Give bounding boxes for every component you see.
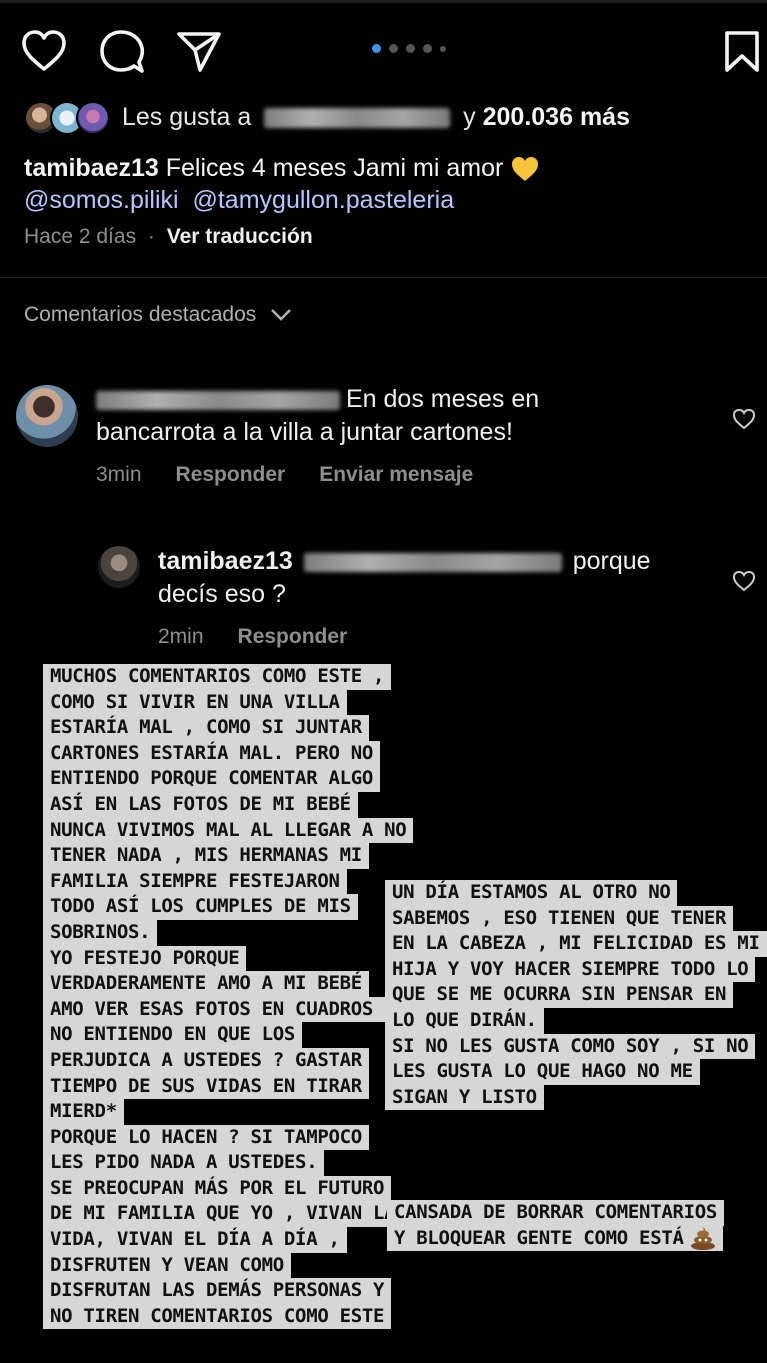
- section-divider: [0, 277, 767, 278]
- story-line: VIDA, VIVAN EL DÍA A DÍA ,: [43, 1227, 347, 1253]
- story-text-left: MUCHOS COMENTARIOS COMO ESTE , COMO SI VI…: [43, 664, 414, 1330]
- top-divider: [0, 0, 767, 3]
- story-line: COMO SI VIVIR EN UNA VILLA: [43, 689, 347, 716]
- story-line: LES GUSTA LO QUE HAGO NO ME: [385, 1059, 700, 1085]
- carousel-dot-active: [372, 44, 381, 53]
- story-line: MUCHOS COMENTARIOS COMO ESTE ,: [43, 664, 392, 690]
- comment-line: bancarrota a la villa a juntar cartones!: [96, 418, 513, 446]
- comment-text: En dos meses en bancarrota a la villa a …: [96, 383, 706, 449]
- like-comment-icon[interactable]: [732, 570, 756, 592]
- likes-connector: y: [463, 103, 476, 131]
- reply-text: tamibaez13 porque decís eso ?: [158, 545, 718, 611]
- carousel-dot: [423, 44, 432, 53]
- story-text-right: UN DÍA ESTAMOS AL OTRO NO SABEMOS , ESO T…: [385, 880, 767, 1111]
- story-line: NUNCA VIVIMOS MAL AL LLEGAR A NO: [43, 817, 414, 844]
- story-line: NO ENTIENDO EN QUE LOS: [43, 1022, 303, 1048]
- meta-separator: ·: [147, 225, 155, 248]
- post-meta: Hace 2 días · Ver traducción: [24, 225, 313, 249]
- translate-link[interactable]: Ver traducción: [167, 225, 313, 248]
- featured-comments-dropdown[interactable]: Comentarios destacados: [24, 303, 292, 327]
- story-line: Y BLOQUEAR GENTE COMO ESTÁ: [387, 1225, 723, 1252]
- story-line: QUE SE ME OCURRA SIN PENSAR EN: [385, 982, 734, 1008]
- share-icon[interactable]: [176, 28, 222, 74]
- carousel-dot: [389, 44, 398, 53]
- carousel-dot: [406, 44, 415, 53]
- comment-icon[interactable]: [99, 29, 145, 75]
- story-line: AMO VER ESAS FOTOS EN CUADROS ,: [43, 996, 403, 1023]
- comment-meta: 3min Responder Enviar mensaje: [96, 463, 473, 487]
- featured-label: Comentarios destacados: [24, 303, 257, 326]
- comment-line: En dos meses en: [346, 385, 540, 413]
- story-line: CANSADA DE BORRAR COMENTARIOS: [387, 1200, 725, 1226]
- story-line: SABEMOS , ESO TIENEN QUE TENER: [385, 905, 734, 932]
- story-line: PORQUE LO HACEN ? SI TAMPOCO: [43, 1124, 369, 1151]
- chevron-down-icon: [271, 309, 292, 321]
- story-line: ENTIENDO PORQUE COMENTAR ALGO: [43, 766, 381, 792]
- reply-time: 2min: [158, 625, 204, 648]
- story-line: CARTONES ESTARÍA MAL. PERO NO: [43, 740, 381, 767]
- story-line: SE PREOCUPAN MÁS POR EL FUTURO: [43, 1175, 392, 1202]
- story-line: DISFRUTAN LAS DEMÁS PERSONAS Y: [43, 1278, 392, 1304]
- likes-prefix: Les gusta a: [122, 103, 252, 131]
- reply-meta: 2min Responder: [158, 625, 347, 649]
- mention-link[interactable]: @tamygullon.pasteleria: [192, 186, 454, 214]
- reply-button[interactable]: Responder: [176, 463, 286, 487]
- story-line: FAMILIA SIEMPRE FESTEJARON: [43, 868, 347, 895]
- liker-avatars[interactable]: [24, 100, 114, 135]
- story-line: TODO ASÍ LOS CUMPLES DE MIS: [43, 894, 358, 920]
- reply-username[interactable]: tamibaez13: [158, 547, 293, 575]
- story-line: ASÍ EN LAS FOTOS DE MI BEBÉ: [43, 791, 358, 818]
- mention-link[interactable]: @somos.piliki: [24, 186, 179, 214]
- heart-icon[interactable]: [21, 29, 67, 73]
- avatar: [76, 101, 110, 135]
- story-line: SI NO LES GUSTA COMO SOY , SI NO: [385, 1033, 756, 1060]
- story-line: SIGAN Y LISTO: [385, 1084, 544, 1111]
- story-line: DE MI FAMILIA QUE YO , VIVAN LA: [43, 1201, 403, 1228]
- story-text-bottom: CANSADA DE BORRAR COMENTARIOS Y BLOQUEAR …: [387, 1200, 725, 1252]
- story-line: LO QUE DIRÁN.: [385, 1007, 544, 1034]
- yellow-heart-icon: [512, 157, 539, 182]
- poop-emoji-icon: [684, 1227, 716, 1251]
- reply-avatar[interactable]: [98, 546, 140, 588]
- story-line: UN DÍA ESTAMOS AL OTRO NO: [385, 880, 678, 906]
- story-line: TIEMPO DE SUS VIDAS EN TIRAR: [43, 1073, 369, 1100]
- blurred-username[interactable]: [96, 390, 340, 410]
- blurred-username: [264, 108, 451, 129]
- story-line: ESTARÍA MAL , COMO SI JUNTAR: [43, 715, 369, 741]
- story-line: LES PIDO NADA A USTEDES.: [43, 1150, 325, 1176]
- bookmark-icon[interactable]: [723, 30, 761, 74]
- likes-count: 200.036 más: [482, 103, 630, 131]
- reply-line: decís eso ?: [158, 580, 286, 608]
- story-line: DISFRUTEN Y VEAN COMO: [43, 1252, 291, 1279]
- caption-username[interactable]: tamibaez13: [24, 154, 159, 182]
- comment-time: 3min: [96, 463, 142, 486]
- reply-button[interactable]: Responder: [238, 625, 348, 649]
- likes-summary[interactable]: Les gusta a y 200.036 más: [122, 103, 630, 132]
- send-message-button[interactable]: Enviar mensaje: [319, 463, 473, 487]
- story-line: EN LA CABEZA , MI FELICIDAD ES MI: [385, 931, 767, 957]
- carousel-indicator: [372, 44, 446, 53]
- caption-text: Felices 4 meses Jami mi amor: [165, 154, 504, 182]
- story-line: YO FESTEJO PORQUE: [43, 945, 247, 972]
- story-line: HIJA Y VOY HACER SIEMPRE TODO LO: [385, 956, 756, 983]
- story-line: MIERD*: [43, 1099, 124, 1125]
- commenter-avatar[interactable]: [16, 385, 78, 447]
- story-line: VERDADERAMENTE AMO A MI BEBÉ: [43, 971, 369, 997]
- story-line: NO TIREN COMENTARIOS COMO ESTE: [43, 1303, 392, 1330]
- carousel-dot: [440, 45, 446, 52]
- story-line: PERJUDICA A USTEDES ? GASTAR: [43, 1047, 369, 1074]
- story-line: TENER NADA , MIS HERMANAS MI: [43, 843, 369, 869]
- like-comment-icon[interactable]: [732, 408, 756, 430]
- post-time: Hace 2 días: [24, 225, 137, 248]
- reply-line: porque: [572, 547, 651, 575]
- post-caption: tamibaez13 Felices 4 meses Jami mi amor …: [24, 152, 744, 216]
- blurred-mention[interactable]: [303, 552, 562, 572]
- story-line: SOBRINOS.: [43, 919, 158, 946]
